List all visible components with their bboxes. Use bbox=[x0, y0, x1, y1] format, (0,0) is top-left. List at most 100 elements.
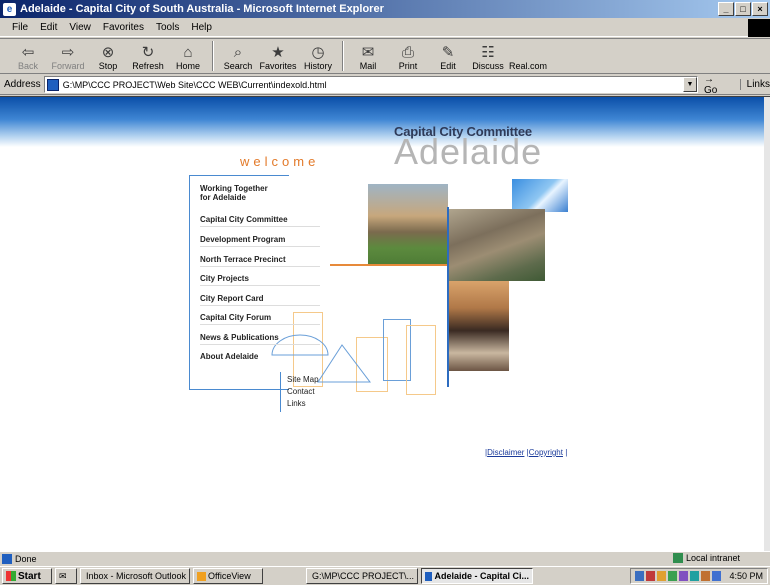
standard-toolbar: ⇦ Back ⇨ Forward ⊗ Stop ↻ Refresh ⌂ Home ⌕ Sea… bbox=[0, 38, 770, 74]
menu-bar: File Edit View Favorites Tools Help bbox=[0, 19, 770, 37]
ie-icon bbox=[2, 553, 12, 564]
nav-city-projects[interactable]: City Projects bbox=[200, 274, 320, 286]
taskbar: Start ✉ Inbox - Microsoft Outlook Office… bbox=[0, 566, 770, 585]
menu-help[interactable]: Help bbox=[185, 22, 218, 33]
go-button[interactable]: → Go bbox=[704, 74, 730, 96]
tray-icon[interactable] bbox=[701, 571, 711, 581]
officeview-icon bbox=[197, 571, 206, 581]
search-icon: ⌕ bbox=[233, 44, 243, 61]
tray-icon[interactable] bbox=[635, 571, 645, 581]
favorites-button[interactable]: ★ Favorites bbox=[258, 39, 298, 73]
header-gradient bbox=[0, 97, 764, 147]
tray-icon[interactable] bbox=[712, 571, 722, 581]
status-bar: Done Local intranet bbox=[0, 551, 770, 565]
photo-aerial-city bbox=[449, 209, 545, 281]
back-arrow-icon: ⇦ bbox=[21, 44, 35, 61]
city-wordmark: Adelaide bbox=[394, 131, 543, 172]
tray-icon[interactable] bbox=[657, 571, 667, 581]
nav-news-publications[interactable]: News & Publications bbox=[200, 333, 320, 345]
subnav-links[interactable]: Links bbox=[287, 399, 306, 408]
copyright-link[interactable]: Copyright bbox=[529, 448, 563, 457]
discuss-icon: ☷ bbox=[481, 44, 495, 61]
ie-icon bbox=[425, 571, 433, 581]
system-tray: 4:50 PM bbox=[630, 568, 768, 584]
photo-oval-city bbox=[368, 184, 448, 264]
menu-view[interactable]: View bbox=[63, 22, 97, 33]
vertical-scrollbar[interactable] bbox=[764, 97, 770, 551]
menu-edit[interactable]: Edit bbox=[34, 22, 63, 33]
close-button[interactable]: × bbox=[752, 2, 768, 16]
refresh-icon: ↻ bbox=[141, 44, 155, 61]
forward-button[interactable]: ⇨ Forward bbox=[48, 39, 88, 73]
links-button[interactable]: Links bbox=[739, 79, 770, 90]
deco-rect bbox=[406, 325, 436, 395]
nav-capital-city-committee[interactable]: Capital City Committee bbox=[200, 215, 320, 227]
intranet-icon bbox=[672, 553, 683, 563]
windows-logo-icon bbox=[748, 19, 770, 37]
search-button[interactable]: ⌕ Search bbox=[218, 39, 258, 73]
photo-people bbox=[449, 281, 509, 371]
edit-icon: ✎ bbox=[441, 44, 455, 61]
clock: 4:50 PM bbox=[729, 571, 763, 581]
title-bar[interactable]: e Adelaide - Capital City of South Austr… bbox=[0, 0, 770, 18]
chevron-down-icon[interactable]: ▼ bbox=[682, 77, 697, 92]
stop-button[interactable]: ⊗ Stop bbox=[88, 39, 128, 73]
maximize-button[interactable]: □ bbox=[735, 2, 751, 16]
status-text: Done bbox=[15, 553, 37, 564]
real-com-button[interactable]: Real.com bbox=[508, 39, 548, 73]
task-outlook[interactable]: Inbox - Microsoft Outlook bbox=[80, 568, 190, 584]
ie-icon: e bbox=[3, 2, 16, 16]
welcome-heading: welcome bbox=[240, 154, 320, 169]
menu-tools[interactable]: Tools bbox=[150, 22, 185, 33]
tray-icon[interactable] bbox=[690, 571, 700, 581]
print-button[interactable]: ⎙ Print bbox=[388, 39, 428, 73]
stop-icon: ⊗ bbox=[101, 44, 115, 61]
mail-icon: ✉ bbox=[361, 44, 375, 61]
accent-line-blue bbox=[447, 207, 449, 387]
edit-button[interactable]: ✎ Edit bbox=[428, 39, 468, 73]
task-explorer-folder[interactable]: G:\MP\CCC PROJECT\... bbox=[306, 568, 418, 584]
start-button[interactable]: Start bbox=[2, 568, 52, 584]
photo-sky bbox=[512, 179, 568, 212]
favorites-icon: ★ bbox=[271, 44, 285, 61]
page-content: Capital City Committee Adelaide welcome … bbox=[0, 96, 770, 551]
nav-development-program[interactable]: Development Program bbox=[200, 235, 320, 247]
tray-icon[interactable] bbox=[679, 571, 689, 581]
history-button[interactable]: ◷ History bbox=[298, 39, 338, 73]
refresh-button[interactable]: ↻ Refresh bbox=[128, 39, 168, 73]
nav-working-together[interactable]: Working Together for Adelaide bbox=[200, 184, 268, 202]
disclaimer-link[interactable]: Disclaimer bbox=[487, 448, 524, 457]
toolbar-separator bbox=[212, 41, 214, 71]
history-icon: ◷ bbox=[311, 44, 325, 61]
task-officeview[interactable]: OfficeView bbox=[193, 568, 263, 584]
menu-file[interactable]: File bbox=[6, 22, 34, 33]
address-value: G:\MP\CCC PROJECT\Web Site\CCC WEB\Curre… bbox=[62, 79, 327, 90]
subnav-site-map[interactable]: Site Map bbox=[287, 375, 319, 384]
toolbar-separator bbox=[342, 41, 344, 71]
window-controls: _ □ × bbox=[718, 2, 768, 16]
address-bar: Address G:\MP\CCC PROJECT\Web Site\CCC W… bbox=[0, 74, 770, 96]
window-title: Adelaide - Capital City of South Austral… bbox=[20, 3, 384, 15]
address-label: Address bbox=[4, 79, 41, 90]
mail-button[interactable]: ✉ Mail bbox=[348, 39, 388, 73]
back-button[interactable]: ⇦ Back bbox=[8, 39, 48, 73]
quicklaunch-outlook-icon[interactable]: ✉ bbox=[55, 568, 77, 584]
home-button[interactable]: ⌂ Home bbox=[168, 39, 208, 73]
subnav-contact[interactable]: Contact bbox=[287, 387, 315, 396]
print-icon: ⎙ bbox=[401, 44, 414, 61]
nav-about-adelaide[interactable]: About Adelaide bbox=[200, 352, 258, 361]
menu-favorites[interactable]: Favorites bbox=[97, 22, 150, 33]
accent-line-orange bbox=[330, 264, 448, 266]
address-input[interactable]: G:\MP\CCC PROJECT\Web Site\CCC WEB\Curre… bbox=[43, 76, 698, 93]
footer-links: |Disclaimer |Copyright | bbox=[485, 448, 568, 457]
nav-north-terrace-precinct[interactable]: North Terrace Precinct bbox=[200, 255, 320, 267]
forward-arrow-icon: ⇨ bbox=[61, 44, 75, 61]
nav-capital-city-forum[interactable]: Capital City Forum bbox=[200, 313, 320, 325]
minimize-button[interactable]: _ bbox=[718, 2, 734, 16]
tray-icon[interactable] bbox=[668, 571, 678, 581]
discuss-button[interactable]: ☷ Discuss bbox=[468, 39, 508, 73]
task-ie-adelaide[interactable]: Adelaide - Capital Ci... bbox=[421, 568, 533, 584]
home-icon: ⌂ bbox=[183, 44, 193, 61]
nav-city-report-card[interactable]: City Report Card bbox=[200, 294, 320, 306]
tray-icon[interactable] bbox=[646, 571, 656, 581]
